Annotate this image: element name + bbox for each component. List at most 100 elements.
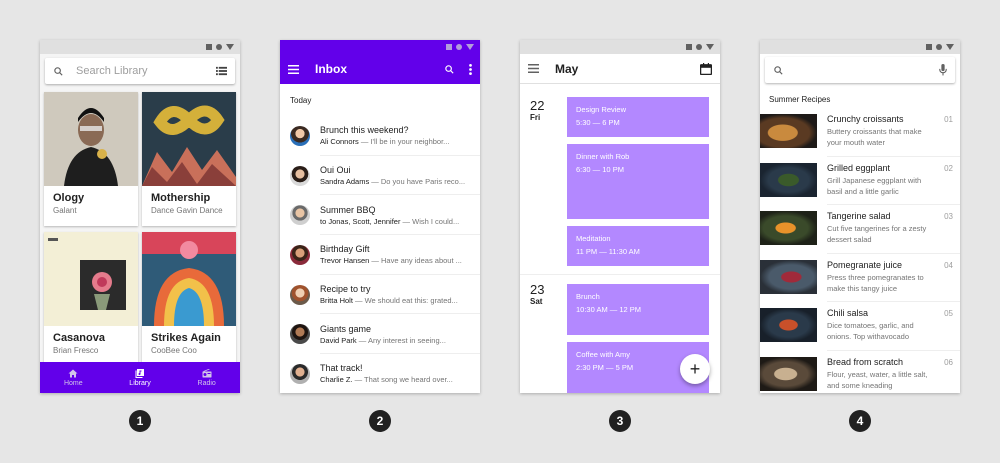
wifi-icon xyxy=(456,44,462,50)
recipe-image xyxy=(760,114,817,148)
email-item[interactable]: Recipe to try Britta Holt — We should eat… xyxy=(280,275,480,315)
email-item[interactable]: Giants game David Park — Any interest in … xyxy=(280,314,480,355)
mic-icon[interactable] xyxy=(939,64,947,76)
radio-icon xyxy=(202,368,212,377)
wifi-icon xyxy=(936,44,942,50)
signal-icon xyxy=(686,44,692,50)
inbox-screen: Inbox Today Brunch this weekend? Ali Conn… xyxy=(280,40,480,393)
recipe-item[interactable]: Tangerine salad Cut five tangerines for … xyxy=(760,205,960,254)
recipe-image xyxy=(760,259,817,294)
library-icon xyxy=(135,368,144,378)
calendar-event[interactable]: Meditation 11 PM — 11:30 AM xyxy=(567,226,709,266)
search-icon[interactable] xyxy=(773,65,784,76)
email-sender: Ali Connors xyxy=(320,137,359,147)
recipe-item[interactable]: Crunchy croissants Buttery croissants th… xyxy=(760,108,960,157)
recipe-number: 02 xyxy=(944,163,953,173)
album-art xyxy=(44,92,138,186)
nav-label: Home xyxy=(63,379,83,387)
status-bar xyxy=(760,40,960,54)
signal-icon xyxy=(446,44,452,50)
album-card[interactable]: Casanova Brian Fresco xyxy=(44,232,138,366)
menu-icon[interactable] xyxy=(288,64,299,74)
recipe-number: 03 xyxy=(944,212,953,221)
avatar xyxy=(290,165,310,186)
album-art xyxy=(142,232,236,326)
screen-number-badge: 4 xyxy=(849,410,871,432)
bottom-navigation: Home Library Radio xyxy=(40,362,240,393)
menu-icon[interactable] xyxy=(528,64,539,73)
avatar xyxy=(290,244,310,265)
battery-icon xyxy=(466,44,474,50)
recipe-description: Grill Japanese eggplant with basil and a… xyxy=(827,175,922,196)
calendar-event[interactable]: Brunch 10:30 AM — 12 PM xyxy=(567,284,709,335)
email-subject: That track! xyxy=(320,363,363,374)
album-art xyxy=(142,92,236,186)
search-icon[interactable] xyxy=(444,64,455,75)
page-title: Inbox xyxy=(315,62,347,76)
add-event-button[interactable]: + xyxy=(680,354,710,384)
avatar xyxy=(290,324,310,345)
nav-item-radio[interactable]: Radio xyxy=(173,362,240,393)
list-view-icon[interactable] xyxy=(216,66,227,76)
recipe-title: Crunchy croissants xyxy=(827,114,904,124)
calendar-icon[interactable] xyxy=(700,62,712,75)
album-card[interactable]: Mothership Dance Gavin Dance xyxy=(142,92,236,226)
email-item[interactable]: That track! Charlie Z. — That song we hea… xyxy=(280,354,480,393)
recipe-number: 01 xyxy=(944,115,953,124)
email-list: Brunch this weekend? Ali Connors — I'll b… xyxy=(280,116,480,393)
recipe-image xyxy=(760,356,817,391)
screen-number-badge: 2 xyxy=(369,410,391,432)
wifi-icon xyxy=(216,44,222,50)
recipe-image xyxy=(760,308,817,342)
event-time: 11 PM — 11:30 AM xyxy=(576,247,640,256)
email-subject: Recipe to try xyxy=(320,284,371,295)
album-card[interactable]: Strikes Again CooBee Coo xyxy=(142,232,236,366)
recipe-image xyxy=(760,211,817,245)
album-card[interactable]: Ology Galant xyxy=(44,92,138,226)
library-screen: Search Library Ology Galant Mothership D… xyxy=(40,40,240,393)
signal-icon xyxy=(926,44,932,50)
event-title: Coffee with Amy xyxy=(576,350,631,359)
email-item[interactable]: Brunch this weekend? Ali Connors — I'll b… xyxy=(280,116,480,156)
email-sender: David Park xyxy=(320,335,357,345)
battery-icon xyxy=(706,44,714,50)
nav-item-home[interactable]: Home xyxy=(40,362,107,393)
more-vert-icon[interactable] xyxy=(469,63,472,75)
email-sender: Trevor Hansen xyxy=(320,256,370,266)
email-item[interactable]: Oui Oui Sandra Adams — Do you have Paris … xyxy=(280,156,480,196)
nav-item-library[interactable]: Library xyxy=(107,362,174,393)
recipes-screen: Summer Recipes Crunchy croissants Butter… xyxy=(760,40,960,393)
search-input[interactable]: Search Library xyxy=(76,65,216,77)
album-title: Casanova xyxy=(53,332,105,344)
email-item[interactable]: Birthday Gift Trevor Hansen — Have any id… xyxy=(280,235,480,275)
email-item[interactable]: Summer BBQ to Jonas, Scott, Jennifer — Wi… xyxy=(280,195,480,236)
status-bar xyxy=(520,40,720,54)
calendar-event[interactable]: Design Review 5:30 — 6 PM xyxy=(567,97,709,137)
search-icon[interactable] xyxy=(53,66,64,77)
email-preview: — Wish I could... xyxy=(400,216,460,226)
event-time: 5:30 — 6 PM xyxy=(576,118,620,127)
email-subject: Summer BBQ xyxy=(320,204,376,215)
status-bar xyxy=(40,40,240,54)
event-time: 6:30 — 10 PM xyxy=(576,165,624,174)
recipe-description: Flour, yeast, water, a little salt, and … xyxy=(827,369,928,390)
email-subject: Birthday Gift xyxy=(320,244,370,255)
email-subject: Giants game xyxy=(320,323,372,334)
recipe-description: Buttery croissants that make your mouth … xyxy=(827,127,922,147)
email-sender: Charlie Z. xyxy=(320,375,353,385)
event-title: Meditation xyxy=(576,234,611,243)
day-label: 23 Sat xyxy=(530,282,544,306)
battery-icon xyxy=(946,44,954,50)
recipe-item[interactable]: Bread from scratch Flour, yeast, water, … xyxy=(760,351,960,394)
day-number: 23 xyxy=(530,282,545,297)
recipe-item[interactable]: Pomegranate juice Press three pomegranat… xyxy=(760,254,960,302)
avatar xyxy=(290,205,310,226)
recipe-search-bar[interactable] xyxy=(765,57,955,83)
recipe-item[interactable]: Chili salsa Dice tomatoes, garlic, and o… xyxy=(760,302,960,351)
recipe-item[interactable]: Grilled eggplant Grill Japanese eggplant… xyxy=(760,157,960,205)
email-preview: — I'll be in your neighbor... xyxy=(358,137,450,147)
library-search-bar[interactable]: Search Library xyxy=(45,58,235,84)
calendar-event[interactable]: Dinner with Rob 6:30 — 10 PM xyxy=(567,144,709,219)
avatar xyxy=(290,284,310,305)
email-preview: — Do you have Paris reco... xyxy=(369,177,466,187)
